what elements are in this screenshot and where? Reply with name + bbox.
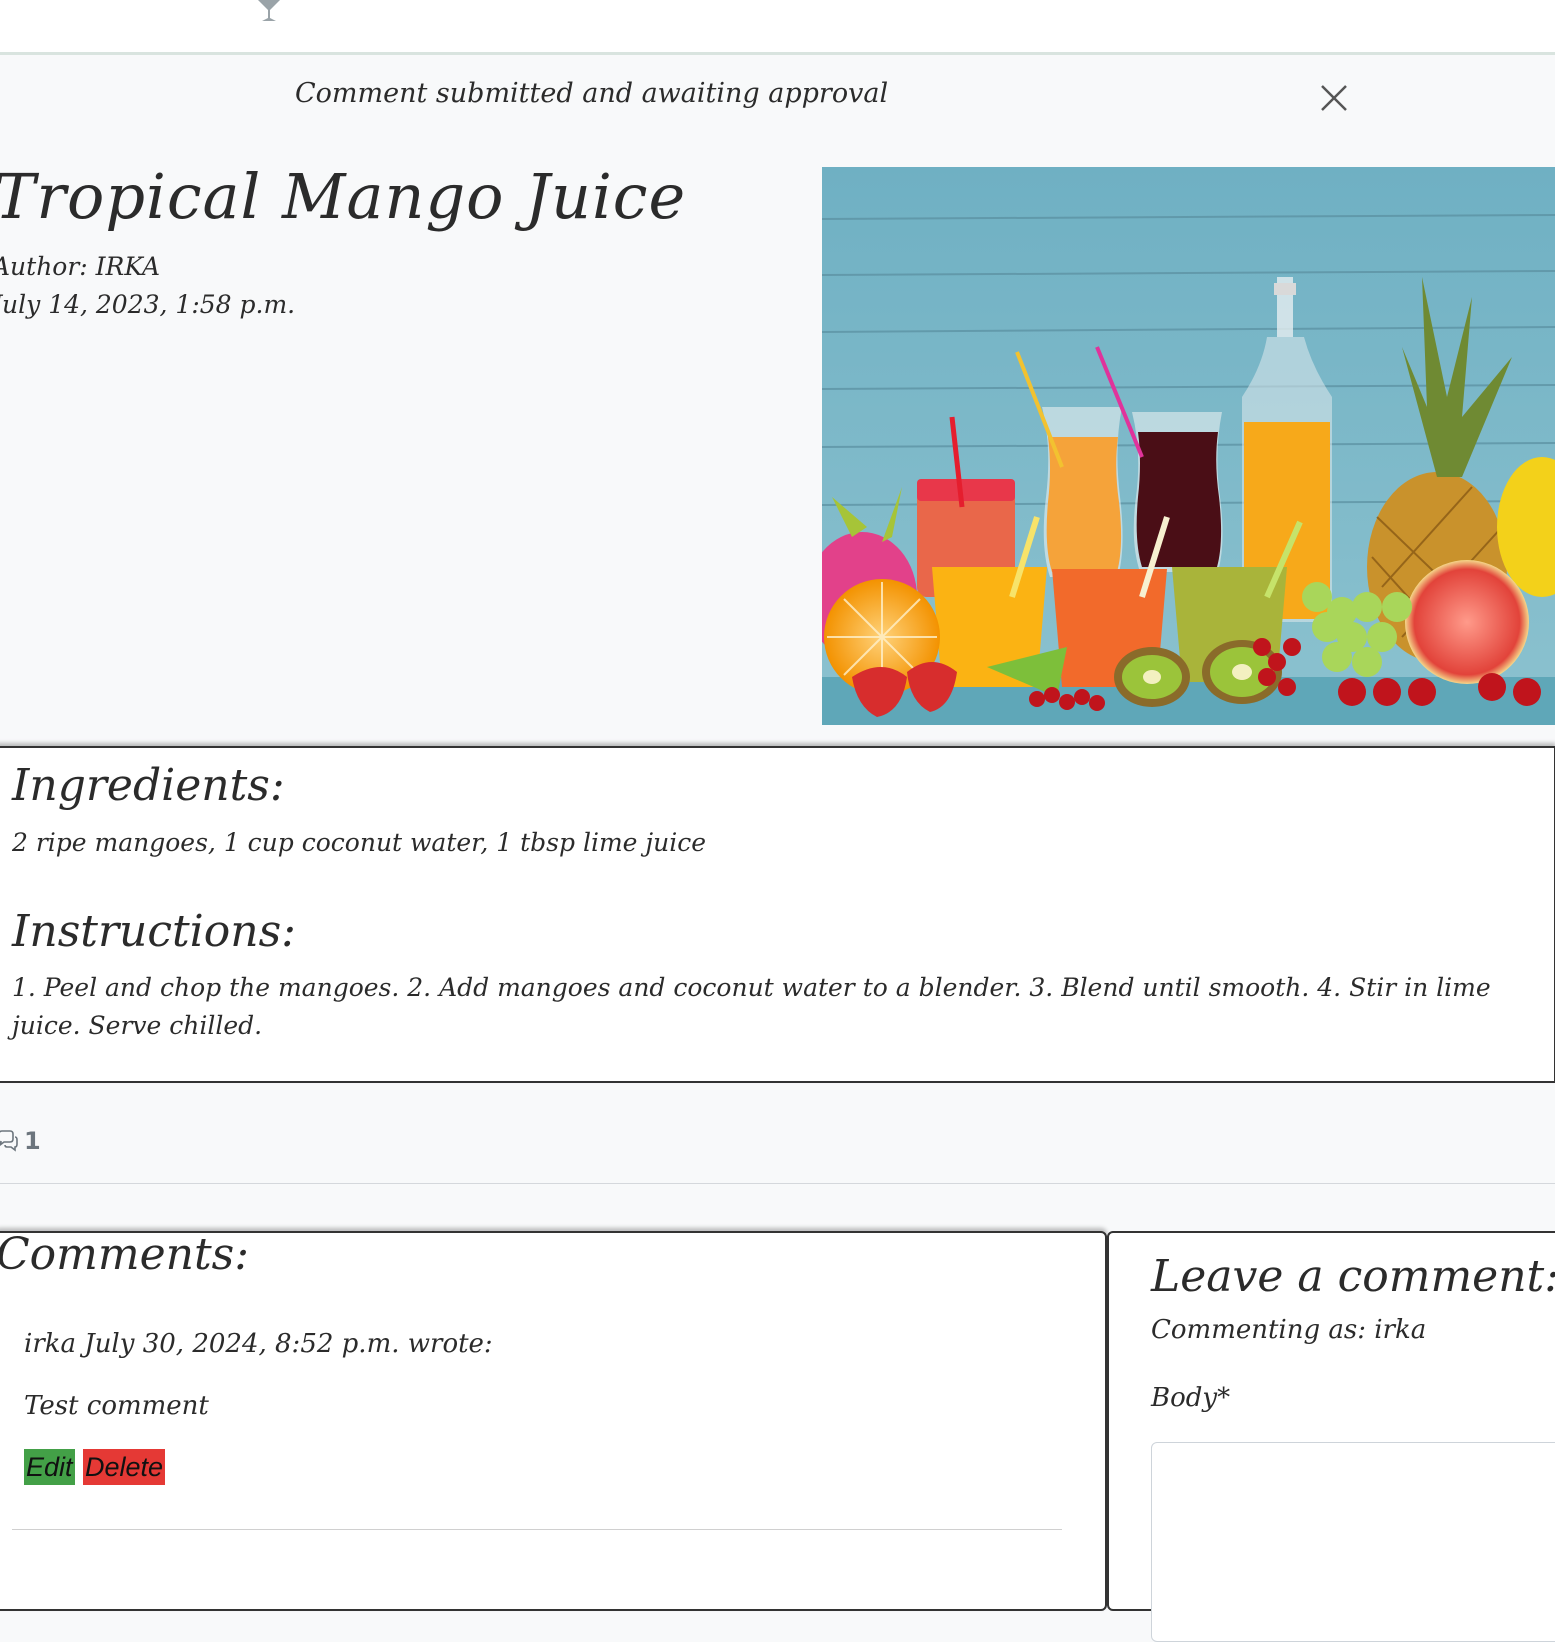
edit-comment-button[interactable]: Edit	[24, 1449, 75, 1485]
comment-form-heading: Leave a comment:	[1151, 1251, 1555, 1302]
comment-meta: irka July 30, 2024, 8:52 p.m. wrote:	[24, 1329, 493, 1359]
comment-form-panel: Leave a comment: Commenting as: irka Bod…	[1107, 1231, 1555, 1642]
recipe-image	[822, 167, 1555, 725]
comment-count: 1	[0, 1124, 41, 1158]
post-title: Tropical Mango Juice	[0, 160, 687, 233]
ingredients-heading: Ingredients:	[12, 760, 285, 811]
body-label: Body*	[1151, 1383, 1231, 1413]
comments-icon	[0, 1130, 18, 1152]
juice-fruits-illustration	[822, 167, 1555, 725]
divider	[0, 1183, 1555, 1184]
alert-text: Comment submitted and awaiting approval	[295, 78, 889, 109]
comment-body: Test comment	[24, 1391, 209, 1421]
close-icon[interactable]	[1318, 82, 1350, 114]
instructions-heading: Instructions:	[12, 906, 296, 957]
comment-count-value: 1	[24, 1127, 41, 1155]
comment-body-input[interactable]	[1151, 1442, 1555, 1642]
cocktail-logo-icon[interactable]	[254, 0, 284, 22]
commenting-as-text: Commenting as: irka	[1151, 1315, 1427, 1345]
comments-panel: Comments: irka July 30, 2024, 8:52 p.m. …	[0, 1229, 1107, 1611]
comments-heading: Comments:	[0, 1229, 250, 1280]
navbar	[0, 0, 1555, 55]
comment-divider	[12, 1529, 1062, 1530]
post-date: July 14, 2023, 1:58 p.m.	[0, 290, 296, 319]
delete-comment-button[interactable]: Delete	[83, 1449, 166, 1485]
post-author: Author: IRKA	[0, 252, 161, 281]
instructions-text: 1. Peel and chop the mangoes. 2. Add man…	[12, 973, 1491, 1040]
ingredients-text: 2 ripe mangoes, 1 cup coconut water, 1 t…	[12, 828, 707, 857]
recipe-content-card: Ingredients: 2 ripe mangoes, 1 cup cocon…	[0, 746, 1555, 1083]
